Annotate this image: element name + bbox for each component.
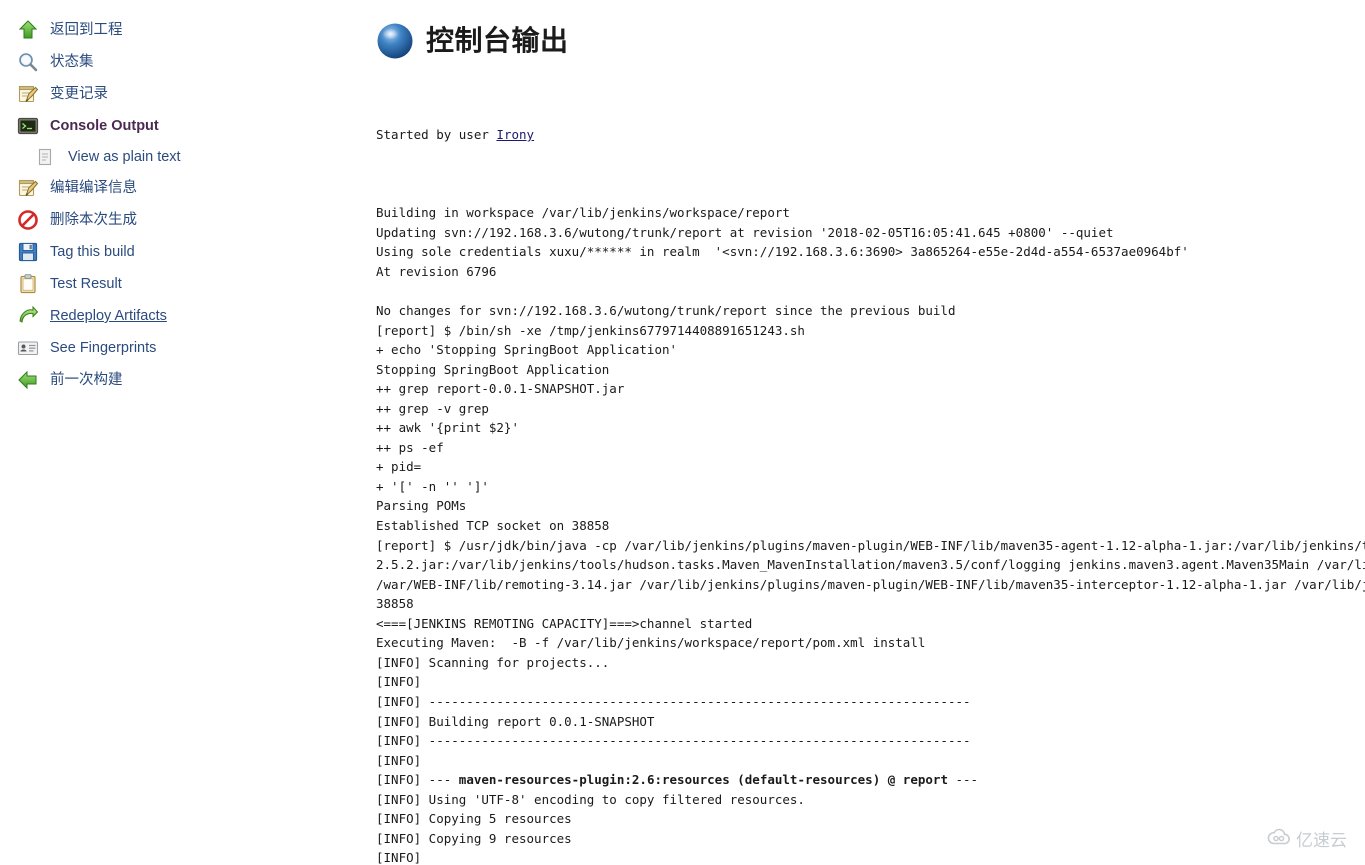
console-line: No changes for svn://192.168.3.6/wutong/… (376, 303, 956, 319)
sidebar-item-label: Tag this build (50, 244, 135, 260)
clipboard-icon (16, 272, 40, 296)
watermark-text: 亿速云 (1296, 831, 1347, 851)
delete-forbidden-icon (16, 208, 40, 232)
sidebar-item-label: 变更记录 (50, 86, 108, 102)
console-line: Using sole credentials xuxu/****** in re… (376, 244, 1189, 260)
console-line: ++ ps -ef (376, 439, 444, 455)
console-line: [INFO] Using 'UTF-8' encoding to copy fi… (376, 791, 805, 807)
magnifier-icon (16, 50, 40, 74)
console-line: [INFO] ---------------------------------… (376, 693, 971, 709)
notepad-pencil-icon (16, 176, 40, 200)
console-line: Updating svn://192.168.3.6/wutong/trunk/… (376, 224, 1114, 240)
sidebar-item-view-plain-text[interactable]: View as plain text (0, 142, 372, 172)
main-content: 控制台输出 Started by user Irony Building in … (372, 0, 1365, 865)
console-line: [INFO] Copying 9 resources (376, 830, 572, 846)
console-line: [report] $ /usr/jdk/bin/java -cp /var/li… (376, 537, 1365, 553)
console-line: At revision 6796 (376, 263, 497, 279)
left-arrow-icon (16, 368, 40, 392)
sidebar-item-label: 状态集 (50, 54, 94, 70)
sidebar-item-previous-build[interactable]: 前一次构建 (0, 364, 372, 396)
sidebar-item-label: View as plain text (68, 149, 181, 165)
console-line: ++ awk '{print $2}' (376, 420, 519, 436)
sidebar-item-changes[interactable]: 变更记录 (0, 78, 372, 110)
sidebar-item-back-to-project[interactable]: 返回到工程 (0, 14, 372, 46)
cloud-icon (1267, 828, 1291, 850)
console-line: [INFO] Building report 0.0.1-SNAPSHOT (376, 713, 655, 729)
console-line: [INFO] Scanning for projects... (376, 654, 610, 670)
watermark: 亿速云 (1267, 826, 1347, 851)
console-line: [INFO] --- maven-resources-plugin:2.6:re… (376, 772, 979, 788)
sidebar-item-label: 删除本次生成 (50, 212, 137, 228)
console-line: [INFO] (376, 674, 429, 690)
console-terminal-icon (16, 114, 40, 138)
sidebar-item-label: 返回到工程 (50, 22, 123, 38)
sidebar-item-label: Test Result (50, 276, 122, 292)
console-line: + echo 'Stopping SpringBoot Application' (376, 342, 678, 358)
sidebar-item-test-result[interactable]: Test Result (0, 268, 372, 300)
redeploy-arrow-icon (16, 304, 40, 328)
console-line: + '[' -n '' ']' (376, 478, 489, 494)
console-line: 38858 (376, 596, 414, 612)
console-line: Stopping SpringBoot Application (376, 361, 610, 377)
notepad-pencil-icon (16, 82, 40, 106)
sidebar-item-delete-build[interactable]: 删除本次生成 (0, 204, 372, 236)
sidebar-item-see-fingerprints[interactable]: See Fingerprints (0, 332, 372, 364)
sidebar-item-label: Redeploy Artifacts (50, 308, 167, 324)
console-line: /war/WEB-INF/lib/remoting-3.14.jar /var/… (376, 576, 1365, 592)
sidebar-item-edit-build-info[interactable]: 编辑编译信息 (0, 172, 372, 204)
console-output-page: 返回到工程状态集变更记录 Console Output View as plain … (0, 0, 1365, 865)
sidebar-item-label: 前一次构建 (50, 372, 123, 388)
console-line: ++ grep report-0.0.1-SNAPSHOT.jar (376, 381, 625, 397)
user-link-irony[interactable]: Irony (496, 127, 534, 142)
page-header: 控制台输出 (372, 22, 1365, 60)
page-title: 控制台输出 (426, 25, 569, 56)
sidebar: 返回到工程状态集变更记录 Console Output View as plain … (0, 0, 372, 865)
console-line: <===[JENKINS REMOTING CAPACITY]===>chann… (376, 615, 753, 631)
sidebar-item-label: Console Output (50, 118, 159, 134)
blue-ball-icon (376, 22, 414, 60)
console-line: 2.5.2.jar:/var/lib/jenkins/tools/hudson.… (376, 557, 1365, 573)
up-arrow-icon (16, 18, 40, 42)
console-line: Executing Maven: -B -f /var/lib/jenkins/… (376, 635, 926, 651)
console-line: + pid= (376, 459, 422, 475)
sidebar-item-redeploy-artifacts[interactable]: Redeploy Artifacts (0, 300, 372, 332)
floppy-disk-icon (16, 240, 40, 264)
console-line: Parsing POMs (376, 498, 467, 514)
started-by-prefix: Started by user (376, 127, 497, 143)
console-line: [report] $ /bin/sh -xe /tmp/jenkins67797… (376, 322, 805, 338)
sidebar-item-label: See Fingerprints (50, 340, 157, 356)
sidebar-item-console-output[interactable]: Console Output (0, 110, 372, 142)
console-line: [INFO] ---------------------------------… (376, 733, 971, 749)
sidebar-item-tag-this-build[interactable]: Tag this build (0, 236, 372, 268)
sidebar-item-label: 编辑编译信息 (50, 180, 137, 196)
console-line: [INFO] Copying 5 resources (376, 811, 572, 827)
console-output-log: Started by user Irony Building in worksp… (372, 86, 1365, 865)
console-line: [INFO] (376, 752, 429, 768)
console-line: ++ grep -v grep (376, 400, 489, 416)
console-line: [INFO] (376, 850, 429, 865)
console-line-started: Started by user Irony (376, 125, 1365, 145)
document-icon (34, 145, 56, 169)
fingerprint-card-icon (16, 336, 40, 360)
sidebar-item-status[interactable]: 状态集 (0, 46, 372, 78)
console-line: Building in workspace /var/lib/jenkins/w… (376, 205, 790, 221)
console-line: Established TCP socket on 38858 (376, 518, 610, 534)
